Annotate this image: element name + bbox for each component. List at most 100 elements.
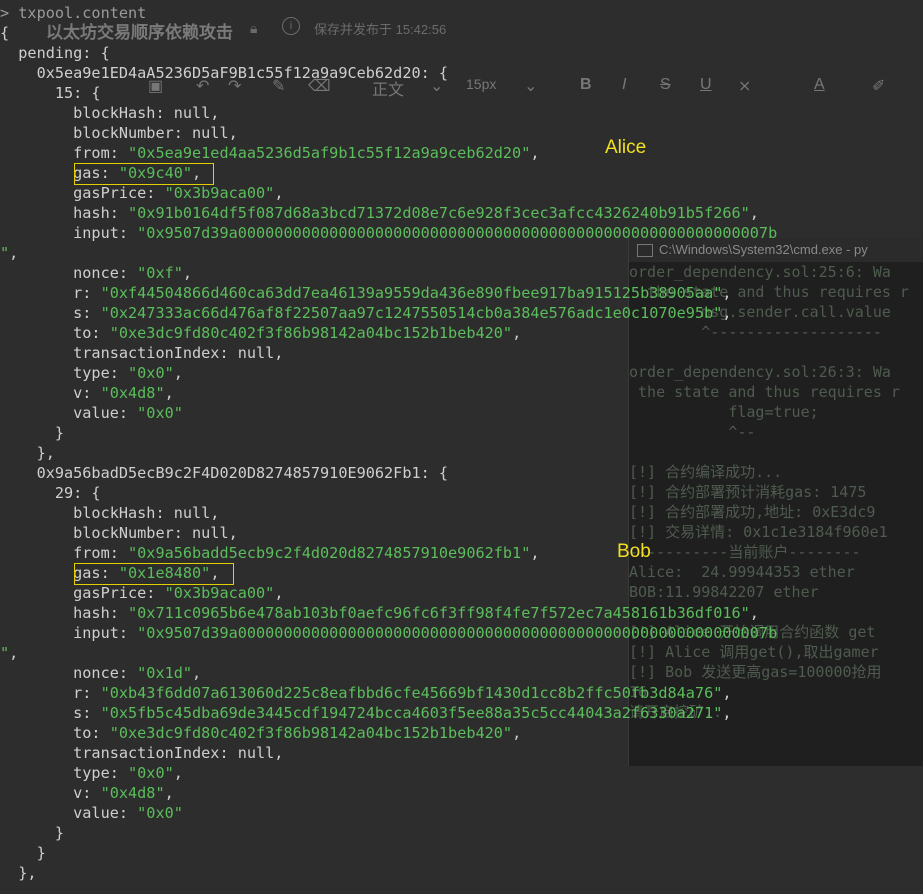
- console-line: input: "0x9507d39a0000000000000000000000…: [0, 223, 777, 243]
- code-text: to:: [0, 324, 110, 342]
- code-text: ,: [530, 544, 540, 562]
- string-value: "0x91b0164df5f087d68a3bcd71372d08e7c6e92…: [128, 204, 750, 222]
- code-text: from:: [0, 544, 129, 562]
- code-text: blockHash: null,: [0, 504, 220, 522]
- bob-label: Bob: [617, 541, 651, 562]
- console-line: to: "0xe3dc9fd80c402f3f86b98142a04bc152b…: [0, 323, 521, 343]
- bob-gas-highlight: [74, 563, 234, 585]
- code-text: }: [0, 844, 46, 862]
- code-text: ,: [173, 764, 183, 782]
- console-line: type: "0x0",: [0, 363, 183, 383]
- code-text: {: [0, 24, 10, 42]
- code-text: ,: [274, 184, 284, 202]
- console-line: from: "0x5ea9e1ed4aa5236d5af9b1c55f12a9a…: [0, 143, 540, 163]
- code-text: ,: [722, 684, 732, 702]
- string-value: "0x247333ac66d476af8f22507aa97c124755051…: [100, 304, 723, 322]
- console-line: from: "0x9a56badd5ecb9c2f4d020d827485791…: [0, 543, 540, 563]
- code-text: transactionIndex: null,: [0, 344, 284, 362]
- code-text: gasPrice:: [0, 184, 165, 202]
- code-text: ,: [9, 244, 19, 262]
- string-value: "0x9507d39a00000000000000000000000000000…: [137, 624, 778, 642]
- console-line: type: "0x0",: [0, 763, 183, 783]
- code-text: type:: [0, 364, 129, 382]
- code-text: }: [0, 824, 65, 842]
- alice-gas-highlight: [74, 163, 214, 185]
- code-text: ,: [749, 604, 759, 622]
- code-text: transactionIndex: null,: [0, 744, 284, 762]
- code-text: type:: [0, 764, 129, 782]
- console-line: r: "0xf44504866d460ca63dd7ea46139a9559da…: [0, 283, 732, 303]
- code-text: hash:: [0, 204, 129, 222]
- code-text: ,: [722, 284, 732, 302]
- string-value: "0xe3dc9fd80c402f3f86b98142a04bc152b1beb…: [109, 724, 513, 742]
- code-text: ,: [164, 784, 174, 802]
- code-text: ,: [192, 664, 202, 682]
- string-value: "0x5ea9e1ed4aa5236d5af9b1c55f12a9a9ceb62…: [128, 144, 531, 162]
- code-text: r:: [0, 684, 101, 702]
- code-text: 29: {: [0, 484, 101, 502]
- console-line: hash: "0x91b0164df5f087d68a3bcd71372d08e…: [0, 203, 759, 223]
- code-text: s:: [0, 704, 101, 722]
- code-text: ,: [182, 264, 193, 282]
- console-line: blockHash: null,: [0, 103, 219, 123]
- console-line: }: [0, 423, 64, 443]
- console-line: ",: [0, 643, 18, 663]
- code-text: ,: [164, 384, 174, 402]
- console-prompt: > txpool.content: [0, 4, 147, 22]
- string-value: "0xf44504866d460ca63dd7ea46139a9559da436…: [100, 284, 723, 302]
- console-line: s: "0x247333ac66d476af8f22507aa97c124755…: [0, 303, 732, 323]
- code-text: gasPrice:: [0, 584, 165, 602]
- console-line: nonce: "0x1d",: [0, 663, 201, 683]
- console-line: input: "0x9507d39a0000000000000000000000…: [0, 623, 777, 643]
- code-text: 0x5ea9e1ED4aA5236D5aF9B1c55f12a9a9Ceb62d…: [0, 64, 449, 82]
- code-text: ,: [722, 704, 732, 722]
- code-text: },: [0, 864, 37, 882]
- console-line: 15: {: [0, 83, 101, 103]
- code-text: ,: [512, 724, 522, 742]
- code-text: ,: [173, 364, 183, 382]
- console-line: blockNumber: null,: [0, 523, 238, 543]
- code-text: ,: [512, 324, 522, 342]
- string-value: "0x0": [137, 404, 183, 422]
- string-value: "0x0": [137, 804, 183, 822]
- console-line: s: "0x5fb5c45dba69de3445cdf194724bcca460…: [0, 703, 732, 723]
- geth-console-output: > txpool.content { pending: { 0x5ea9e1ED…: [0, 0, 923, 894]
- console-line: value: "0x0": [0, 403, 183, 423]
- string-value: "0xe3dc9fd80c402f3f86b98142a04bc152b1beb…: [109, 324, 513, 342]
- code-text: ,: [274, 584, 284, 602]
- console-line: r: "0xb43f6dd07a613060d225c8eafbbd6cfe45…: [0, 683, 732, 703]
- console-line: transactionIndex: null,: [0, 743, 283, 763]
- code-text: hash:: [0, 604, 129, 622]
- console-line: transactionIndex: null,: [0, 343, 283, 363]
- code-text: 15: {: [0, 84, 101, 102]
- console-line: gasPrice: "0x3b9aca00",: [0, 583, 283, 603]
- console-line: ",: [0, 243, 18, 263]
- code-text: from:: [0, 144, 129, 162]
- string-value: ": [0, 244, 10, 262]
- console-line: gasPrice: "0x3b9aca00",: [0, 183, 283, 203]
- string-value: "0x9507d39a00000000000000000000000000000…: [137, 224, 778, 242]
- console-line: pending: {: [0, 43, 109, 63]
- console-line: },: [0, 863, 37, 883]
- code-text: ,: [722, 304, 732, 322]
- code-text: v:: [0, 384, 101, 402]
- alice-label: Alice: [605, 137, 647, 158]
- string-value: "0x3b9aca00": [164, 184, 275, 202]
- console-line: to: "0xe3dc9fd80c402f3f86b98142a04bc152b…: [0, 723, 521, 743]
- console-line: 29: {: [0, 483, 101, 503]
- code-text: to:: [0, 724, 110, 742]
- console-line: },: [0, 443, 55, 463]
- code-text: ,: [749, 204, 759, 222]
- console-line: {: [0, 23, 9, 43]
- code-text: s:: [0, 304, 101, 322]
- code-text: r:: [0, 284, 101, 302]
- string-value: "0x0": [128, 764, 174, 782]
- console-line: v: "0x4d8",: [0, 383, 174, 403]
- code-text: blockNumber: null,: [0, 524, 238, 542]
- console-line: 0x5ea9e1ED4aA5236D5aF9B1c55f12a9a9Ceb62d…: [0, 63, 448, 83]
- string-value: "0x5fb5c45dba69de3445cdf194724bcca4603f5…: [100, 704, 723, 722]
- code-text: input:: [0, 624, 138, 642]
- console-line: blockHash: null,: [0, 503, 219, 523]
- code-text: input:: [0, 224, 138, 242]
- code-text: ,: [530, 144, 540, 162]
